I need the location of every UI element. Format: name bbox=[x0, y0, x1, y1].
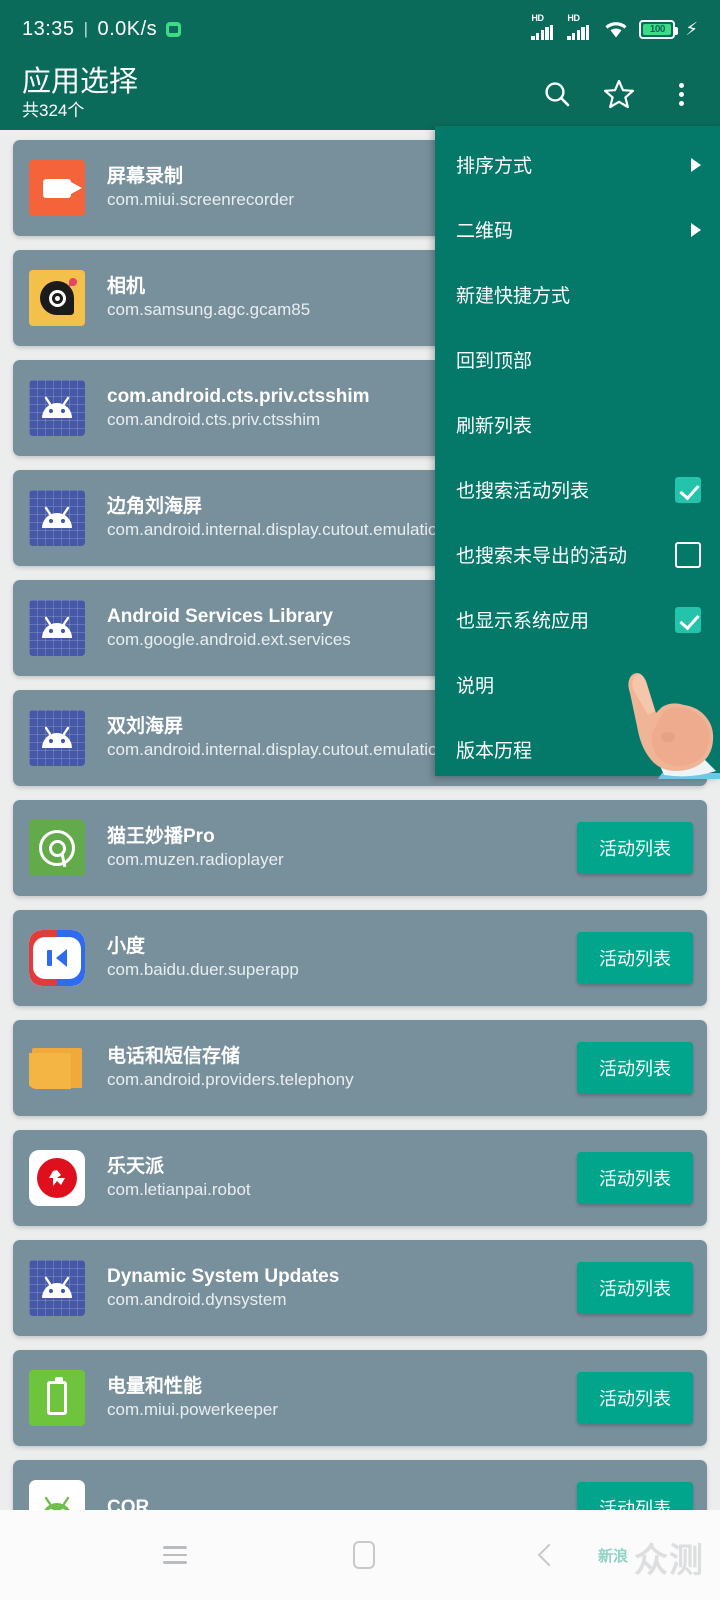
chevron-right-icon bbox=[691, 157, 701, 172]
menu-item-label: 也显示系统应用 bbox=[456, 611, 590, 632]
android-robot-icon bbox=[29, 1260, 85, 1316]
status-clock: 13:35 bbox=[22, 17, 75, 40]
android-robot-icon bbox=[29, 710, 85, 766]
watermark-small-text: 新浪 bbox=[597, 1548, 628, 1566]
page-subtitle-count: 共324个 bbox=[22, 100, 85, 120]
watermark-big-text: 众测 bbox=[634, 1542, 704, 1580]
menu-item-search-activities[interactable]: 也搜索活动列表 bbox=[435, 457, 720, 522]
gcam-icon bbox=[29, 270, 85, 326]
app-package: com.muzen.radioplayer bbox=[107, 850, 284, 870]
checkbox-search-activities[interactable] bbox=[675, 476, 701, 503]
menu-item-search-unexported[interactable]: 也搜索未导出的活动 bbox=[435, 522, 720, 587]
app-package: com.miui.powerkeeper bbox=[107, 1400, 279, 1420]
battery-icon: 100 bbox=[639, 19, 679, 39]
menu-item-label: 排序方式 bbox=[456, 156, 533, 177]
phone-screen: 13:35 | 0.0K/s HD HD 100 ⚡ 应用选择 共324个 屏幕… bbox=[0, 0, 720, 1600]
chevron-right-icon bbox=[691, 222, 701, 237]
menu-item-label: 二维码 bbox=[456, 221, 514, 242]
list-item[interactable]: 猫王妙播Pro com.muzen.radioplayer 活动列表 bbox=[13, 800, 707, 896]
app-package: com.android.providers.telephony bbox=[107, 1070, 354, 1090]
watermark: 新浪 众测 bbox=[598, 1533, 704, 1582]
status-network-speed: 0.0K/s bbox=[97, 17, 158, 40]
screen-recorder-icon bbox=[29, 160, 85, 216]
menu-item-label: 版本历程 bbox=[456, 741, 533, 762]
letianpai-icon bbox=[29, 1150, 85, 1206]
menu-item-sort[interactable]: 排序方式 bbox=[435, 132, 720, 197]
hd-label-sim2: HD bbox=[567, 13, 580, 23]
menu-item-label: 回到顶部 bbox=[456, 351, 533, 372]
menu-item-back-to-top[interactable]: 回到顶部 bbox=[435, 327, 720, 392]
signal-icon-sim1: HD bbox=[531, 13, 557, 40]
app-package: com.baidu.duer.superapp bbox=[107, 960, 299, 980]
more-vertical-icon[interactable] bbox=[664, 77, 698, 111]
menu-item-qrcode[interactable]: 二维码 bbox=[435, 197, 720, 262]
hd-label-sim1: HD bbox=[531, 13, 544, 23]
app-name: 猫王妙播Pro bbox=[107, 825, 215, 847]
list-item-texts: 猫王妙播Pro com.muzen.radioplayer bbox=[107, 825, 567, 872]
battery-level-label: 100 bbox=[649, 23, 666, 35]
list-item-texts: 小度 com.baidu.duer.superapp bbox=[107, 935, 567, 982]
star-icon[interactable] bbox=[602, 77, 636, 111]
activity-list-button[interactable]: 活动列表 bbox=[577, 1262, 693, 1314]
activity-list-button[interactable]: 活动列表 bbox=[577, 1372, 693, 1424]
menu-item-label: 新建快捷方式 bbox=[456, 286, 571, 307]
app-name: 电量和性能 bbox=[107, 1375, 203, 1397]
app-name: Dynamic System Updates bbox=[107, 1265, 340, 1287]
activity-list-button[interactable]: 活动列表 bbox=[577, 1152, 693, 1204]
menu-item-instructions[interactable]: 说明 bbox=[435, 652, 720, 717]
activity-list-button[interactable]: 活动列表 bbox=[577, 822, 693, 874]
list-item-texts: 电话和短信存储 com.android.providers.telephony bbox=[107, 1045, 567, 1092]
checkbox-show-system-apps[interactable] bbox=[675, 606, 701, 633]
menu-item-refresh-list[interactable]: 刷新列表 bbox=[435, 392, 720, 457]
overflow-menu[interactable]: 排序方式 二维码 新建快捷方式 回到顶部 刷新列表 也搜索活动列表 也搜索未导出… bbox=[435, 126, 720, 776]
app-bar-titles: 应用选择 共324个 bbox=[22, 67, 138, 121]
menu-item-new-shortcut[interactable]: 新建快捷方式 bbox=[435, 262, 720, 327]
list-item[interactable]: 电话和短信存储 com.android.providers.telephony … bbox=[13, 1020, 707, 1116]
recents-icon[interactable] bbox=[163, 1546, 187, 1564]
duer-icon bbox=[29, 930, 85, 986]
signal-icon-sim2: HD bbox=[567, 13, 593, 40]
status-separator: | bbox=[83, 19, 89, 38]
android-robot-icon bbox=[29, 380, 85, 436]
menu-item-show-system-apps[interactable]: 也显示系统应用 bbox=[435, 587, 720, 652]
muzen-icon bbox=[29, 820, 85, 876]
app-name: 乐天派 bbox=[107, 1155, 165, 1177]
app-bar: 应用选择 共324个 bbox=[0, 58, 720, 130]
checkbox-search-unexported[interactable] bbox=[675, 541, 701, 568]
app-package: com.android.dynsystem bbox=[107, 1290, 287, 1310]
android-robot-icon bbox=[29, 490, 85, 546]
menu-item-label: 说明 bbox=[456, 676, 495, 697]
app-package: com.letianpai.robot bbox=[107, 1180, 251, 1200]
activity-list-button[interactable]: 活动列表 bbox=[577, 932, 693, 984]
menu-item-label: 刷新列表 bbox=[456, 416, 533, 437]
android-robot-icon bbox=[29, 600, 85, 656]
list-item-texts: 乐天派 com.letianpai.robot bbox=[107, 1155, 567, 1202]
list-item[interactable]: 电量和性能 com.miui.powerkeeper 活动列表 bbox=[13, 1350, 707, 1446]
menu-item-label: 也搜索未导出的活动 bbox=[456, 546, 628, 567]
list-item[interactable]: 小度 com.baidu.duer.superapp 活动列表 bbox=[13, 910, 707, 1006]
folder-icon bbox=[29, 1040, 85, 1096]
status-bar-right: HD HD 100 ⚡ bbox=[531, 13, 698, 40]
list-item[interactable]: Dynamic System Updates com.android.dynsy… bbox=[13, 1240, 707, 1336]
bolt-icon: ⚡ bbox=[685, 19, 698, 39]
menu-item-label: 也搜索活动列表 bbox=[456, 481, 590, 502]
battery-perf-icon bbox=[29, 1370, 85, 1426]
home-icon[interactable] bbox=[353, 1541, 375, 1569]
back-icon[interactable] bbox=[537, 1543, 561, 1567]
activity-list-button[interactable]: 活动列表 bbox=[577, 1042, 693, 1094]
wifi-icon bbox=[603, 19, 629, 39]
app-name: 小度 bbox=[107, 935, 146, 957]
app-name: 电话和短信存储 bbox=[107, 1045, 241, 1067]
list-item-texts: 电量和性能 com.miui.powerkeeper bbox=[107, 1375, 567, 1422]
menu-item-version-history[interactable]: 版本历程 bbox=[435, 717, 720, 782]
app-bar-actions bbox=[540, 77, 698, 111]
list-item[interactable]: 乐天派 com.letianpai.robot 活动列表 bbox=[13, 1130, 707, 1226]
status-bar: 13:35 | 0.0K/s HD HD 100 ⚡ bbox=[0, 0, 720, 58]
list-item-texts: Dynamic System Updates com.android.dynsy… bbox=[107, 1265, 567, 1312]
status-bar-left: 13:35 | 0.0K/s bbox=[22, 17, 182, 41]
green-square-icon bbox=[166, 21, 182, 37]
page-title: 应用选择 bbox=[22, 66, 139, 99]
search-icon[interactable] bbox=[540, 77, 574, 111]
